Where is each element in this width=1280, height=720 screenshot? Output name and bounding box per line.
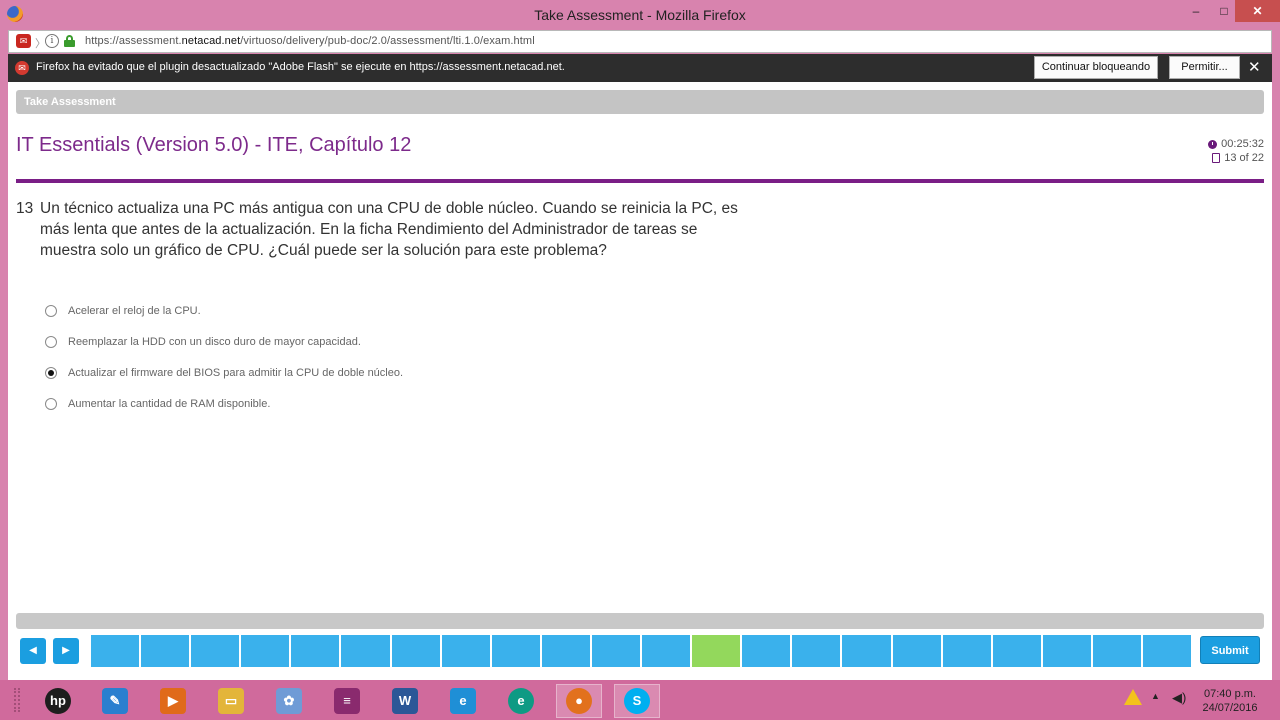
answer-radio[interactable] xyxy=(45,305,57,317)
taskbar-app-button[interactable]: ✎ xyxy=(92,684,138,718)
question-nav-cell[interactable] xyxy=(842,635,891,667)
question-nav-cell[interactable] xyxy=(942,635,991,667)
question-nav-cell[interactable] xyxy=(1142,635,1192,667)
question-number: 13 xyxy=(16,200,34,217)
taskbar-app-button[interactable]: W xyxy=(382,684,428,718)
taskbar-app-button[interactable]: ▶ xyxy=(150,684,196,718)
url-prefix: https://assessment. xyxy=(85,35,182,47)
close-notification-icon[interactable]: ✕ xyxy=(1248,58,1261,76)
question-nav-cell[interactable] xyxy=(391,635,440,667)
question-nav-cell[interactable] xyxy=(892,635,941,667)
question-nav-cell[interactable] xyxy=(642,635,691,667)
question-nav-cell[interactable] xyxy=(291,635,340,667)
plugin-notification-bar: ✉ Firefox ha evitado que el plugin desac… xyxy=(8,54,1272,82)
clock-icon xyxy=(1208,139,1218,149)
paint-icon: ✿ xyxy=(276,688,302,714)
hp-icon: hp xyxy=(45,688,71,714)
question-progress: 13 of 22 xyxy=(1224,152,1264,164)
taskbar-app-button[interactable]: hp xyxy=(35,684,81,718)
plugin-blocked-icon[interactable]: ✉ xyxy=(16,34,31,48)
answer-radio[interactable] xyxy=(45,367,57,379)
continue-blocking-button[interactable]: Continuar bloqueando xyxy=(1034,56,1158,79)
question-nav-cell[interactable] xyxy=(1092,635,1141,667)
question-nav-cell[interactable] xyxy=(742,635,791,667)
url-path: /virtuoso/delivery/pub-doc/2.0/assessmen… xyxy=(240,35,535,47)
answer-label[interactable]: Aumentar la cantidad de RAM disponible. xyxy=(68,398,270,410)
assessment-header-bar: Take Assessment xyxy=(16,90,1264,114)
answer-label[interactable]: Actualizar el firmware del BIOS para adm… xyxy=(68,367,403,379)
document-icon xyxy=(1212,153,1221,163)
feather-app-icon: ✎ xyxy=(102,688,128,714)
internet-explorer-icon: e xyxy=(450,688,476,714)
allow-button[interactable]: Permitir... xyxy=(1169,56,1240,79)
bottom-progress-bar xyxy=(16,613,1264,629)
taskbar-app-button[interactable]: ≡ xyxy=(324,684,370,718)
taskbar-grip[interactable] xyxy=(14,688,20,712)
speaker-icon[interactable]: ◀) xyxy=(1172,690,1186,706)
taskbar-app-button[interactable]: ● xyxy=(556,684,602,718)
page-content: Take Assessment IT Essentials (Version 5… xyxy=(8,82,1272,680)
question-text: Un técnico actualiza una PC más antigua … xyxy=(40,200,738,259)
answer-radio[interactable] xyxy=(45,398,57,410)
previous-question-button[interactable]: ◀ xyxy=(20,638,46,664)
site-info-icon[interactable]: i xyxy=(45,34,59,48)
plugin-warning-icon: ✉ xyxy=(15,61,29,75)
clock-time: 07:40 p.m. xyxy=(1204,688,1256,700)
question-nav-cell[interactable] xyxy=(1042,635,1091,667)
address-bar[interactable]: ✉ 〉 i https://assessment.netacad.net/vir… xyxy=(8,30,1272,53)
question-nav-cell[interactable] xyxy=(491,635,540,667)
question-nav-cell[interactable] xyxy=(91,635,140,667)
edge-like-icon: e xyxy=(508,688,534,714)
taskbar-app-button[interactable]: ✿ xyxy=(266,684,312,718)
taskbar-app-button[interactable]: S xyxy=(614,684,660,718)
url-text[interactable]: https://assessment.netacad.net/virtuoso/… xyxy=(85,35,535,47)
question-navigator xyxy=(91,635,1192,667)
question-nav-cell[interactable] xyxy=(992,635,1041,667)
clock-date: 24/07/2016 xyxy=(1202,702,1258,714)
windows-taskbar: ▲ ◀) 07:40 p.m. 24/07/2016 hp ✎ ▶ ▭ ✿ ≡ We e ● S xyxy=(0,680,1280,720)
taskbar-app-button[interactable]: e xyxy=(498,684,544,718)
word-icon: W xyxy=(392,688,418,714)
warning-tray-icon[interactable] xyxy=(1124,689,1142,705)
close-window-button[interactable]: ✕ xyxy=(1235,0,1280,22)
answer-radio[interactable] xyxy=(45,336,57,348)
question-nav-cell[interactable] xyxy=(191,635,240,667)
file-explorer-icon: ▭ xyxy=(218,688,244,714)
question-nav-cell[interactable] xyxy=(692,635,741,667)
question-nav-cell[interactable] xyxy=(241,635,290,667)
answer-label[interactable]: Reemplazar la HDD con un disco duro de m… xyxy=(68,336,361,348)
question-nav-cell[interactable] xyxy=(591,635,641,667)
submit-button[interactable]: Submit xyxy=(1200,636,1260,664)
maximize-button[interactable]: □ xyxy=(1210,0,1238,22)
taskbar-app-button[interactable]: e xyxy=(440,684,486,718)
assessment-header-label: Take Assessment xyxy=(24,96,116,108)
next-question-button[interactable]: ▶ xyxy=(53,638,79,664)
taskbar-clock[interactable]: 07:40 p.m. 24/07/2016 xyxy=(1190,687,1270,715)
winrar-icon: ≡ xyxy=(334,688,360,714)
firefox-icon: ● xyxy=(566,688,592,714)
answer-label[interactable]: Acelerar el reloj de la CPU. xyxy=(68,305,201,317)
skype-icon: S xyxy=(624,688,650,714)
exam-meta: 00:25:32 13 of 22 xyxy=(1208,137,1264,165)
exam-title: IT Essentials (Version 5.0) - ITE, Capít… xyxy=(16,134,412,156)
title-bar: Take Assessment - Mozilla Firefox ‒ □ ✕ xyxy=(0,0,1280,30)
show-hidden-icons-icon[interactable]: ▲ xyxy=(1151,691,1160,701)
window-title: Take Assessment - Mozilla Firefox xyxy=(534,7,746,23)
question-nav-cell[interactable] xyxy=(141,635,190,667)
question-nav-cell[interactable] xyxy=(541,635,590,667)
timer: 00:25:32 xyxy=(1221,138,1264,150)
notification-text: Firefox ha evitado que el plugin desactu… xyxy=(36,61,565,73)
taskbar-app-button[interactable]: ▭ xyxy=(208,684,254,718)
lock-icon[interactable] xyxy=(64,35,75,47)
question-nav-cell[interactable] xyxy=(792,635,841,667)
media-player-icon: ▶ xyxy=(160,688,186,714)
question-nav-cell[interactable] xyxy=(341,635,390,667)
title-divider xyxy=(16,179,1264,183)
url-domain: netacad.net xyxy=(181,35,241,47)
minimize-button[interactable]: ‒ xyxy=(1182,0,1210,22)
question-nav-cell[interactable] xyxy=(441,635,490,667)
